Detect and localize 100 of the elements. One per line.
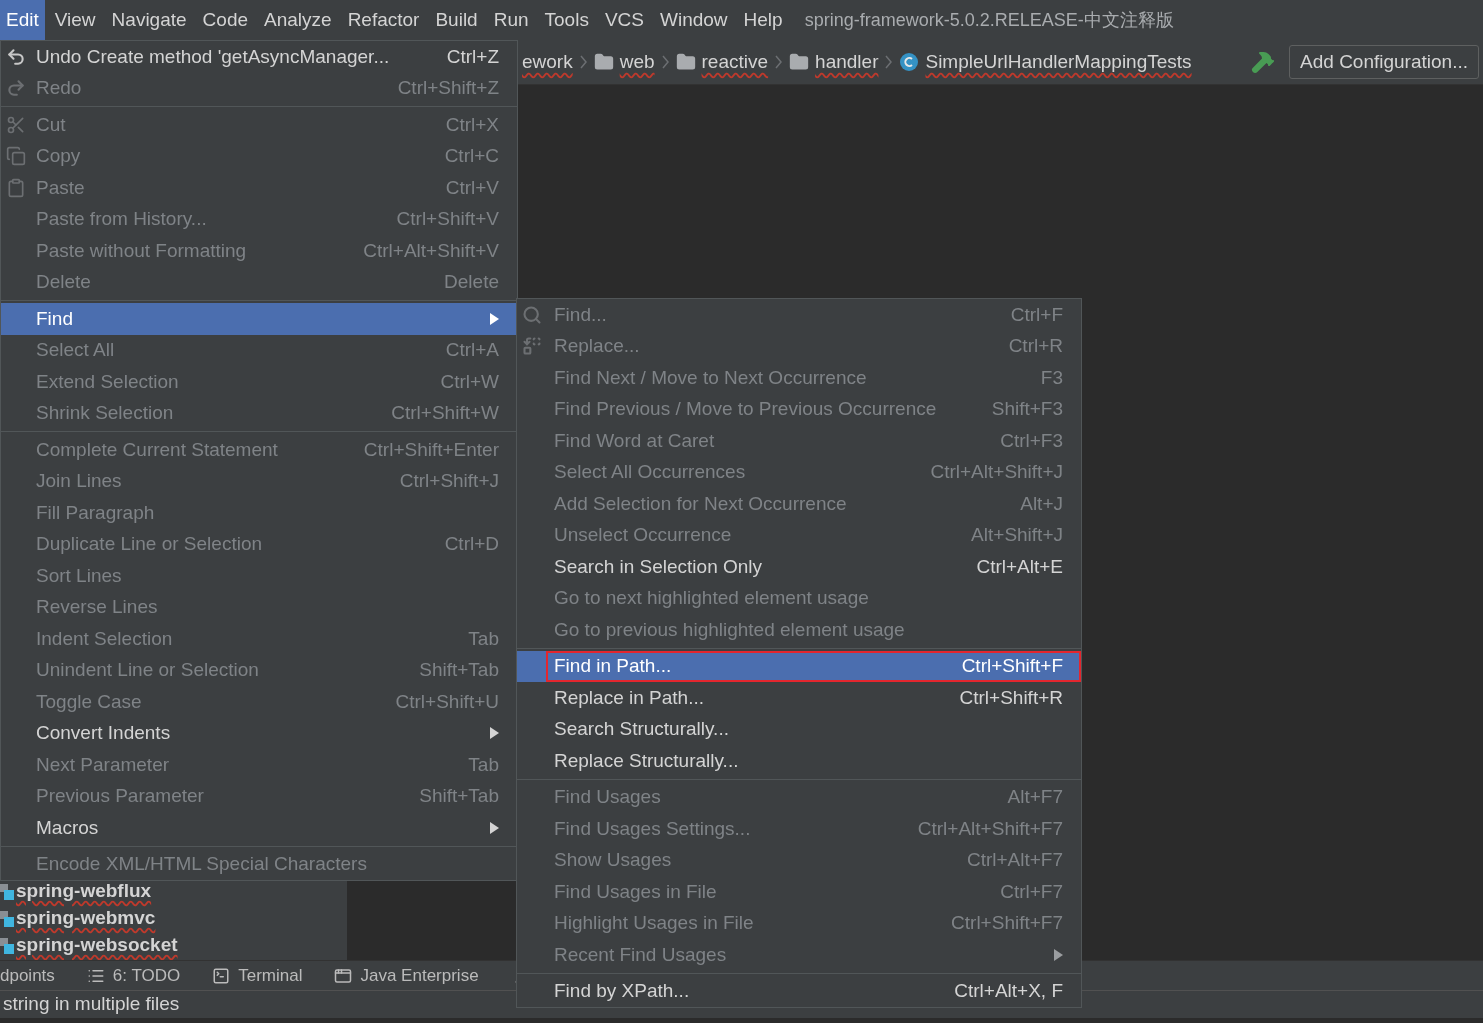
submenu-arrow-icon (1054, 948, 1063, 961)
menu-item[interactable]: Search Structurally... (517, 713, 1081, 745)
menu-bar-item[interactable]: Window (654, 0, 734, 40)
hammer-icon[interactable] (1251, 50, 1276, 74)
shortcut-label: Shift+Tab (419, 658, 499, 682)
menu-item[interactable]: Highlight Usages in File Ctrl+Shift+F7 (517, 907, 1081, 939)
menu-item[interactable]: Find... Ctrl+F (517, 299, 1081, 331)
menu-bar-item[interactable]: Build (429, 0, 484, 40)
shortcut-label: Ctrl+Shift+Z (397, 76, 499, 100)
menu-item[interactable]: Next Parameter Tab (1, 749, 517, 781)
menu-item[interactable]: Find Word at Caret Ctrl+F3 (517, 425, 1081, 457)
menu-item[interactable]: Find in Path... Ctrl+Shift+F (517, 650, 1081, 682)
shortcut-label: Ctrl+Shift+F7 (951, 911, 1063, 935)
shortcut-label: Ctrl+Z (446, 44, 499, 69)
shortcut-label: Ctrl+Shift+Enter (363, 437, 499, 462)
menu-item[interactable]: Recent Find Usages (517, 939, 1081, 971)
menu-bar-item[interactable]: Code (196, 0, 254, 40)
menu-item[interactable]: Shrink Selection Ctrl+Shift+W (1, 397, 517, 429)
menu-item[interactable]: Delete Delete (1, 266, 517, 298)
scissors-icon (6, 114, 26, 135)
tree-item[interactable]: spring-webmvc (16, 906, 156, 929)
breadcrumb-item[interactable]: SimpleUrlHandlerMappingTests (925, 47, 1192, 77)
menu-item[interactable]: Show Usages Ctrl+Alt+F7 (517, 844, 1081, 876)
breadcrumb-item[interactable]: handler (815, 47, 879, 77)
menu-bar-item[interactable]: Navigate (105, 0, 193, 40)
shortcut-label: Ctrl+Alt+X, F (954, 979, 1063, 1003)
menu-item[interactable]: Find Usages in File Ctrl+F7 (517, 876, 1081, 908)
menu-item[interactable]: Join Lines Ctrl+Shift+J (1, 465, 517, 497)
shortcut-label: Ctrl+Alt+Shift+V (363, 238, 499, 263)
menu-item[interactable]: Go to next highlighted element usage (517, 582, 1081, 614)
menu-item[interactable]: Cut Ctrl+X (1, 109, 517, 141)
menu-item[interactable]: Redo Ctrl+Shift+Z (1, 72, 517, 104)
breadcrumb-item[interactable]: reactive (701, 47, 769, 77)
menu-item[interactable]: Find Usages Alt+F7 (517, 781, 1081, 813)
submenu-arrow-icon (490, 821, 499, 834)
menu-item[interactable]: Duplicate Line or Selection Ctrl+D (1, 528, 517, 560)
menu-item[interactable]: Select All Ctrl+A (1, 334, 517, 366)
menu-bar-item[interactable]: Tools (538, 0, 595, 40)
menu-item[interactable]: Encode XML/HTML Special Characters (1, 848, 517, 880)
menu-item[interactable]: Unselect Occurrence Alt+Shift+J (517, 519, 1081, 551)
menu-item[interactable]: Replace in Path... Ctrl+Shift+R (517, 682, 1081, 714)
menu-item[interactable]: Macros (1, 812, 517, 844)
chevron-icon (661, 55, 669, 69)
shortcut-label: Ctrl+W (440, 369, 499, 394)
menu-item[interactable]: Sort Lines (1, 560, 517, 592)
menu-item[interactable]: Replace Structurally... (517, 745, 1081, 777)
menu-item[interactable]: Go to previous highlighted element usage (517, 614, 1081, 646)
shortcut-label: Ctrl+Alt+F7 (966, 848, 1063, 872)
menu-bar-item[interactable]: Help (737, 0, 789, 40)
module-icon (0, 935, 14, 954)
shortcut-label: Tab (468, 752, 499, 777)
tree-item[interactable]: spring-websocket (16, 933, 178, 956)
add-configuration-button[interactable]: Add Configuration... (1289, 45, 1479, 79)
menu-item[interactable]: Indent Selection Tab (1, 623, 517, 655)
menu-bar-item[interactable]: VCS (598, 0, 650, 40)
menu-item[interactable]: Select All Occurrences Ctrl+Alt+Shift+J (517, 456, 1081, 488)
breadcrumb-item[interactable]: ework (522, 47, 573, 77)
menu-bar-item[interactable]: Analyze (258, 0, 338, 40)
chevron-icon (579, 55, 587, 69)
menu-item[interactable]: Fill Paragraph (1, 497, 517, 529)
menu-item[interactable]: Search in Selection Only Ctrl+Alt+E (517, 551, 1081, 583)
menu-bar-item[interactable]: Edit (0, 0, 45, 40)
menu-item[interactable]: Copy Ctrl+C (1, 140, 517, 172)
class-icon (899, 52, 920, 72)
menu-item[interactable]: Find by XPath... Ctrl+Alt+X, F (517, 975, 1081, 1007)
module-icon (0, 881, 14, 900)
menu-item[interactable]: Previous Parameter Shift+Tab (1, 780, 517, 812)
menu-item[interactable]: Reverse Lines (1, 591, 517, 623)
menu-item[interactable]: Undo Create method 'getAsyncManager... Ctrl+Z (1, 41, 517, 73)
menu-item[interactable]: Extend Selection Ctrl+W (1, 366, 517, 398)
folder-icon (593, 52, 614, 72)
window-icon (334, 966, 353, 985)
shortcut-label: Ctrl+X (445, 112, 499, 137)
replace-icon (522, 336, 542, 357)
shortcut-label: Ctrl+Shift+J (399, 469, 499, 493)
menu-item[interactable]: Add Selection for Next Occurrence Alt+J (517, 488, 1081, 520)
menu-item[interactable]: Paste Ctrl+V (1, 172, 517, 204)
menu-item[interactable]: Convert Indents (1, 717, 517, 749)
menu-item[interactable]: Paste from History... Ctrl+Shift+V (1, 203, 517, 235)
tool-window-tab[interactable]: Terminal (238, 962, 303, 989)
shortcut-label: Ctrl+Shift+V (396, 207, 499, 231)
menu-bar-item[interactable]: Run (487, 0, 535, 40)
menu-item[interactable]: Find Previous / Move to Previous Occurrence Shift+F3 (517, 393, 1081, 425)
undo-icon (6, 46, 26, 67)
tool-window-tab[interactable]: 6: TODO (112, 962, 181, 989)
menu-item[interactable]: Find Usages Settings... Ctrl+Alt+Shift+F7 (517, 813, 1081, 845)
menu-item[interactable]: Find Next / Move to Next Occurrence F3 (517, 362, 1081, 394)
shortcut-label: Ctrl+Alt+Shift+F7 (917, 816, 1063, 841)
menu-bar-item[interactable]: View (48, 0, 102, 40)
tool-window-tab[interactable]: dpoints (0, 962, 55, 989)
menu-bar-item[interactable]: Refactor (341, 0, 426, 40)
breadcrumb-item[interactable]: web (619, 47, 655, 77)
tool-window-tab[interactable]: Java Enterprise (360, 962, 479, 989)
menu-item[interactable]: Unindent Line or Selection Shift+Tab (1, 654, 517, 686)
menu-item[interactable]: Replace... Ctrl+R (517, 330, 1081, 362)
menu-item[interactable]: Find (1, 303, 517, 335)
tree-item[interactable]: spring-webflux (16, 879, 152, 902)
menu-item[interactable]: Complete Current Statement Ctrl+Shift+Enter (1, 434, 517, 466)
menu-item[interactable]: Toggle Case Ctrl+Shift+U (1, 686, 517, 718)
menu-item[interactable]: Paste without Formatting Ctrl+Alt+Shift+V (1, 235, 517, 267)
